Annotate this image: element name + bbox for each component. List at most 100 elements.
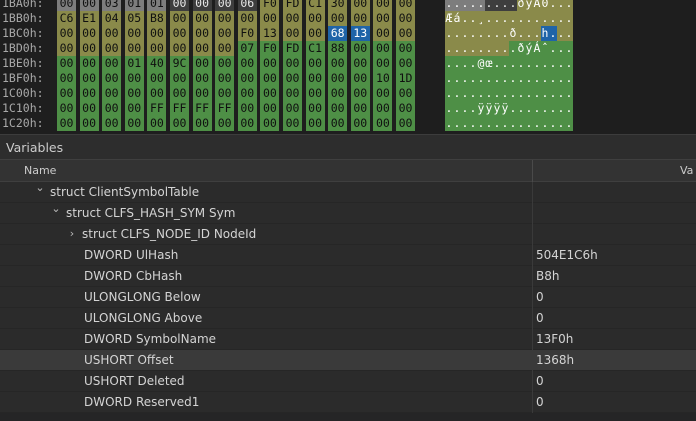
- hex-ascii-char[interactable]: .: [549, 26, 557, 41]
- hex-ascii-char[interactable]: .: [549, 71, 557, 86]
- hex-byte[interactable]: 00: [328, 56, 348, 71]
- hex-byte[interactable]: 00: [373, 86, 393, 101]
- hex-byte[interactable]: 00: [79, 116, 99, 131]
- hex-byte[interactable]: 88: [328, 41, 348, 56]
- hex-ascii-char[interactable]: Æ: [445, 11, 453, 26]
- hex-byte[interactable]: 00: [102, 41, 122, 56]
- hex-ascii-char[interactable]: .: [453, 86, 461, 101]
- hex-ascii-char[interactable]: .: [533, 71, 541, 86]
- variable-row[interactable]: DWORD CbHash B8h: [0, 266, 696, 287]
- hex-byte[interactable]: 00: [147, 26, 167, 41]
- hex-byte[interactable]: 00: [328, 116, 348, 131]
- hex-byte[interactable]: 00: [237, 101, 257, 116]
- hex-byte[interactable]: 00: [170, 116, 189, 131]
- hex-byte[interactable]: 00: [124, 101, 144, 116]
- hex-ascii-char[interactable]: .: [445, 0, 453, 11]
- hex-ascii-char[interactable]: .: [477, 116, 485, 131]
- hex-byte[interactable]: 00: [215, 116, 235, 131]
- hex-byte[interactable]: 00: [283, 26, 302, 41]
- hex-byte[interactable]: C1: [305, 0, 325, 11]
- hex-ascii-char[interactable]: .: [525, 101, 533, 116]
- hex-byte[interactable]: 00: [215, 11, 235, 26]
- hex-ascii-char[interactable]: .: [485, 26, 493, 41]
- hex-ascii-char[interactable]: .: [477, 0, 485, 11]
- hex-ascii-char[interactable]: .: [485, 0, 493, 11]
- hex-ascii-char[interactable]: .: [541, 71, 549, 86]
- hex-byte[interactable]: 00: [192, 11, 212, 26]
- hex-byte[interactable]: 00: [215, 41, 235, 56]
- chevron-right-icon[interactable]: ›: [66, 227, 78, 240]
- hex-ascii-char[interactable]: .: [493, 11, 501, 26]
- hex-byte[interactable]: F0: [237, 26, 257, 41]
- hex-ascii-char[interactable]: ˆ: [541, 41, 549, 56]
- hex-byte[interactable]: 00: [57, 0, 76, 11]
- hex-byte[interactable]: 00: [170, 41, 189, 56]
- hex-byte[interactable]: 00: [57, 41, 76, 56]
- column-header-value[interactable]: Va: [680, 164, 693, 177]
- hex-ascii-char[interactable]: .: [485, 86, 493, 101]
- hex-ascii-char[interactable]: .: [517, 116, 525, 131]
- hex-ascii-char[interactable]: h: [541, 26, 549, 41]
- hex-ascii-char[interactable]: .: [445, 86, 453, 101]
- hex-byte[interactable]: 1D: [396, 71, 415, 86]
- hex-ascii-char[interactable]: .: [461, 101, 469, 116]
- hex-ascii-char[interactable]: .: [445, 101, 453, 116]
- variable-row[interactable]: ⌄ struct ClientSymbolTable: [0, 181, 696, 203]
- hex-byte[interactable]: 00: [396, 116, 415, 131]
- hex-ascii-char[interactable]: .: [525, 26, 533, 41]
- variable-row[interactable]: › struct CLFS_NODE_ID NodeId: [0, 224, 696, 245]
- hex-byte[interactable]: FF: [147, 101, 167, 116]
- hex-byte[interactable]: 00: [57, 71, 76, 86]
- chevron-down-icon[interactable]: ⌄: [34, 181, 46, 194]
- hex-ascii-char[interactable]: .: [477, 41, 485, 56]
- hex-byte[interactable]: 00: [79, 41, 99, 56]
- hex-ascii-char[interactable]: .: [461, 116, 469, 131]
- hex-ascii-char[interactable]: .: [477, 86, 485, 101]
- hex-ascii-char[interactable]: .: [533, 86, 541, 101]
- hex-byte[interactable]: 00: [328, 11, 348, 26]
- hex-byte[interactable]: 00: [305, 116, 325, 131]
- hex-byte[interactable]: 00: [350, 41, 370, 56]
- hex-ascii-char[interactable]: .: [461, 41, 469, 56]
- hex-ascii-char[interactable]: .: [541, 116, 549, 131]
- hex-byte[interactable]: 05: [124, 11, 144, 26]
- hex-ascii-char[interactable]: .: [557, 56, 565, 71]
- hex-ascii-char[interactable]: .: [565, 56, 573, 71]
- hex-ascii-char[interactable]: .: [509, 41, 517, 56]
- hex-ascii-char[interactable]: .: [469, 56, 477, 71]
- hex-byte[interactable]: 00: [396, 56, 415, 71]
- hex-ascii-char[interactable]: .: [533, 56, 541, 71]
- hex-ascii-char[interactable]: .: [525, 56, 533, 71]
- hex-ascii-char[interactable]: .: [445, 41, 453, 56]
- hex-ascii-char[interactable]: .: [445, 71, 453, 86]
- hex-ascii-char[interactable]: .: [453, 0, 461, 11]
- hex-ascii-char[interactable]: .: [509, 0, 517, 11]
- hex-editor[interactable]: 1BA0h: 00 00 03 01 01 00 00 00 06 F0 FD C1 30 00 00 00..…: [0, 0, 696, 134]
- hex-ascii-char[interactable]: .: [557, 116, 565, 131]
- hex-ascii-char[interactable]: .: [565, 71, 573, 86]
- hex-byte[interactable]: 00: [215, 86, 235, 101]
- hex-ascii-char[interactable]: .: [517, 56, 525, 71]
- hex-byte[interactable]: 00: [102, 71, 122, 86]
- hex-byte[interactable]: 00: [305, 56, 325, 71]
- hex-byte[interactable]: 00: [350, 86, 370, 101]
- hex-byte[interactable]: 00: [373, 11, 393, 26]
- hex-byte[interactable]: 00: [373, 116, 393, 131]
- hex-ascii-char[interactable]: .: [557, 86, 565, 101]
- hex-byte[interactable]: 01: [147, 0, 167, 11]
- hex-ascii-char[interactable]: .: [541, 56, 549, 71]
- hex-ascii-char[interactable]: .: [533, 101, 541, 116]
- hex-byte[interactable]: F0: [260, 41, 280, 56]
- hex-byte[interactable]: 00: [57, 26, 76, 41]
- hex-ascii-char[interactable]: .: [525, 86, 533, 101]
- hex-ascii-char[interactable]: .: [509, 11, 517, 26]
- hex-ascii-char[interactable]: .: [549, 101, 557, 116]
- hex-ascii-char[interactable]: .: [469, 71, 477, 86]
- hex-ascii-char[interactable]: .: [477, 26, 485, 41]
- hex-byte[interactable]: 00: [124, 116, 144, 131]
- hex-byte[interactable]: 00: [79, 0, 99, 11]
- column-header-name[interactable]: Name: [24, 164, 56, 177]
- hex-byte[interactable]: FF: [215, 101, 235, 116]
- hex-byte[interactable]: 00: [192, 86, 212, 101]
- hex-byte[interactable]: 00: [305, 71, 325, 86]
